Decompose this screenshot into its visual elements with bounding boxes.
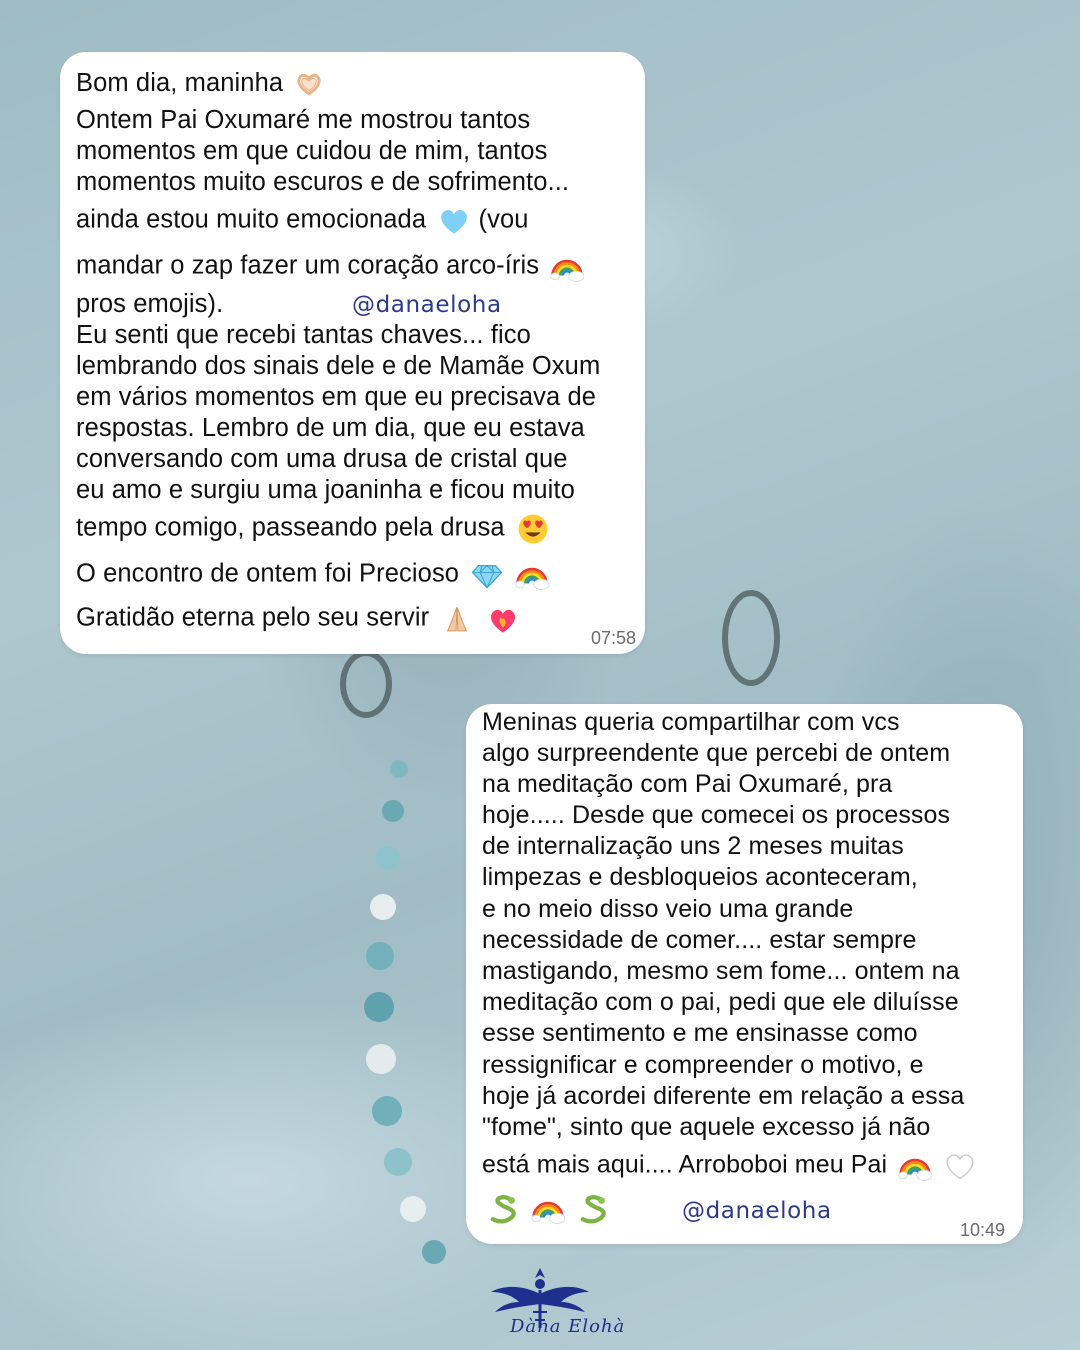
message-line: momentos em que cuidou de mim, tantos [76,137,548,165]
rainbow-icon [515,558,549,592]
handle-watermark: @danaeloha [682,1198,832,1224]
message-line: limpezas e desbloqueios aconteceram, [482,863,918,891]
message-line [482,1192,610,1226]
right-earring [722,590,780,686]
message-line: em vários momentos em que eu precisava d… [76,383,597,411]
snake-icon [580,1194,606,1224]
heart-hands-icon [297,74,321,96]
message-line: está mais aqui.... Arroboboi meu Pai [482,1149,977,1183]
message-line: respostas. Lembro de um dia, que eu esta… [76,414,585,442]
light-blue-heart-icon [437,204,471,238]
message-line: conversando com uma drusa de cristal que [76,445,568,473]
snake-icon [490,1194,516,1224]
message-line: mandar o zap fazer um coração arco-íris [76,250,584,284]
message-line: pros emojis). [76,290,224,318]
message-line: "fome", sinto que aquele excesso já não [482,1113,931,1141]
message-line: Gratidão eterna pelo seu servir [76,602,520,636]
message-line: necessidade de comer.... estar sempre [482,926,917,954]
message-line: Bom dia, maninha [76,68,324,99]
message-line: e no meio disso veio uma grande [482,895,854,923]
gem-icon [471,564,503,589]
bead-necklace [330,760,480,1280]
white-heart-icon [943,1149,977,1183]
message-line: meditação com o pai, pedi que ele diluís… [482,988,959,1016]
chat-bubble-incoming: Meninas queria compartilhar com vcs algo… [466,704,1023,1244]
message-line: hoje já acordei diferente em relação a e… [482,1082,965,1110]
message-line: esse sentimento e me ensinasse como [482,1019,918,1047]
message-line: ainda estou muito emocionada (vou [76,204,529,238]
message-line: Eu senti que recebi tantas chaves... fic… [76,321,531,349]
timestamp: 07:58 [591,628,637,648]
rainbow-icon [531,1192,565,1226]
rainbow-icon [898,1149,932,1183]
message-line: mastigando, mesmo sem fome... ontem na [482,957,960,985]
message-line: ressignificar e compreender o motivo, e [482,1051,924,1079]
handle-watermark: @danaeloha [352,292,502,318]
message-line: tempo comigo, passeando pela drusa [76,512,550,546]
chat-bubble-incoming: Bom dia, maninha Ontem Pai Oxumaré me mo… [60,52,645,654]
heart-on-fire-icon [490,609,515,633]
message-line: O encontro de ontem foi Precioso [76,558,549,592]
message-line: hoje..... Desde que comecei os processos [482,801,951,829]
heart-eyes-icon [518,514,548,544]
message-line: momentos muito escuros e de sofrimento..… [76,168,570,196]
message-line: algo surpreendente que percebi de ontem [482,739,951,767]
message-line: Meninas queria compartilhar com vcs [482,708,900,736]
rainbow-icon [550,250,584,284]
brand-logo-text: Dàna Elohà [510,1316,626,1337]
message-line: eu amo e surgiu uma joaninha e ficou mui… [76,476,575,504]
message-line: na meditação com Pai Oxumaré, pra [482,770,893,798]
left-earring [340,650,392,718]
timestamp: 10:49 [960,1220,1006,1240]
message-line: Ontem Pai Oxumaré me mostrou tantos [76,106,531,134]
message-line: lembrando dos sinais dele e de Mamãe Oxu… [76,352,601,380]
praying-hands-icon [447,606,468,632]
message-line: de internalização uns 2 meses muitas [482,832,904,860]
